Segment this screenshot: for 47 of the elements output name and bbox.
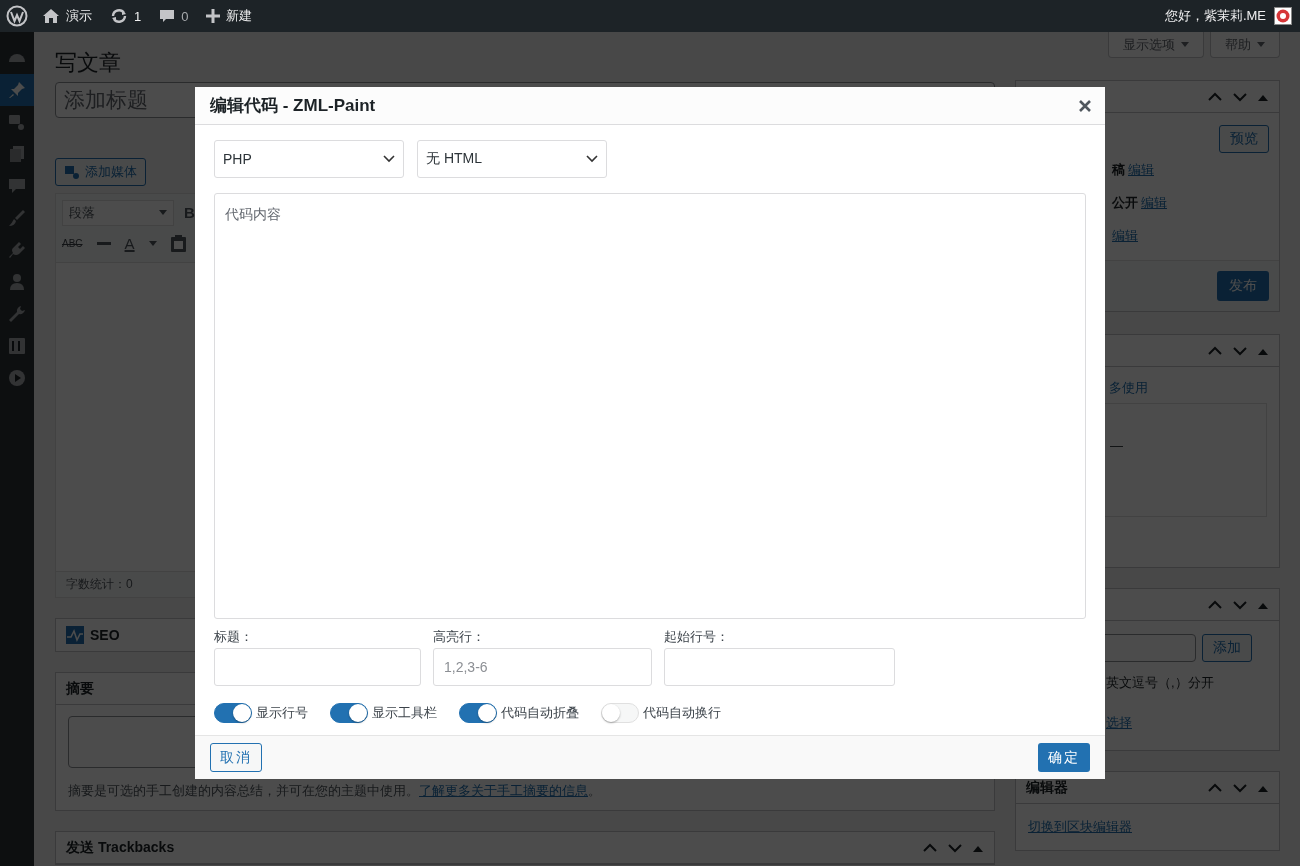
comment-icon (159, 8, 176, 24)
close-icon[interactable] (1079, 99, 1091, 112)
toggle-label: 代码自动折叠 (501, 704, 579, 722)
input-field[interactable] (214, 648, 421, 686)
plus-icon (206, 9, 221, 23)
toggle-label: 显示行号 (256, 704, 308, 722)
home-icon (42, 8, 60, 24)
toggle-switch[interactable] (459, 703, 497, 723)
status-text: 稿 (1112, 160, 1125, 179)
field-label: 标题： (214, 628, 254, 646)
toggle-switch[interactable] (330, 703, 368, 723)
code-field[interactable]: 代码内容 (214, 193, 1086, 619)
refresh-icon (110, 8, 128, 24)
help-link[interactable]: 了解更多关于手工摘要的信息 (419, 783, 588, 799)
logo-icon[interactable] (6, 5, 28, 27)
edit-link[interactable]: 编辑 (1112, 226, 1138, 245)
admin-bar-item[interactable]: 1 (110, 8, 142, 24)
account-link[interactable]: 您好，紫茉莉.ME (1164, 7, 1266, 25)
box-title: 摘要 (66, 679, 94, 698)
toggle-label: 代码自动换行 (643, 704, 721, 722)
category-tab[interactable]: 多使用 (1109, 380, 1148, 396)
status-text: 公开 (1112, 193, 1138, 212)
toggle-switch[interactable] (214, 703, 252, 723)
edit-link[interactable]: 编辑 (1128, 160, 1154, 179)
box-title: SEO (90, 627, 120, 644)
chevron-down-icon (586, 155, 598, 163)
confirm-button[interactable]: 确定 (1038, 743, 1090, 772)
avatar-icon[interactable] (1274, 7, 1292, 25)
dropdown[interactable]: 无 HTML (417, 140, 607, 178)
field-label: 高亮行： (433, 628, 486, 646)
switch-editor-link[interactable]: 切换到区块编辑器 (1028, 819, 1132, 835)
box-title: 发送 Trackbacks (66, 838, 175, 857)
admin-bar-item[interactable]: 0 (159, 8, 189, 24)
edit-link[interactable]: 编辑 (1141, 193, 1167, 212)
field-label: 起始行号： (664, 628, 730, 646)
dropdown[interactable]: PHP (214, 140, 404, 178)
dialog-title: 编辑代码 - ZML-Paint (210, 95, 376, 117)
chevron-down-icon (383, 155, 395, 163)
admin-bar-item[interactable]: 新建 (206, 7, 253, 25)
tag-hint: 英文逗号（,）分开 (1105, 674, 1215, 693)
page-title: 写文章 (55, 50, 122, 77)
toggle-label: 显示工具栏 (372, 704, 437, 722)
admin-bar-item[interactable]: 演示 (42, 7, 92, 25)
input-field[interactable] (664, 648, 895, 686)
cancel-button[interactable]: 取消 (210, 743, 262, 772)
box-title: 编辑器 (1026, 778, 1068, 797)
input-field[interactable]: 1,2,3-6 (433, 648, 652, 686)
